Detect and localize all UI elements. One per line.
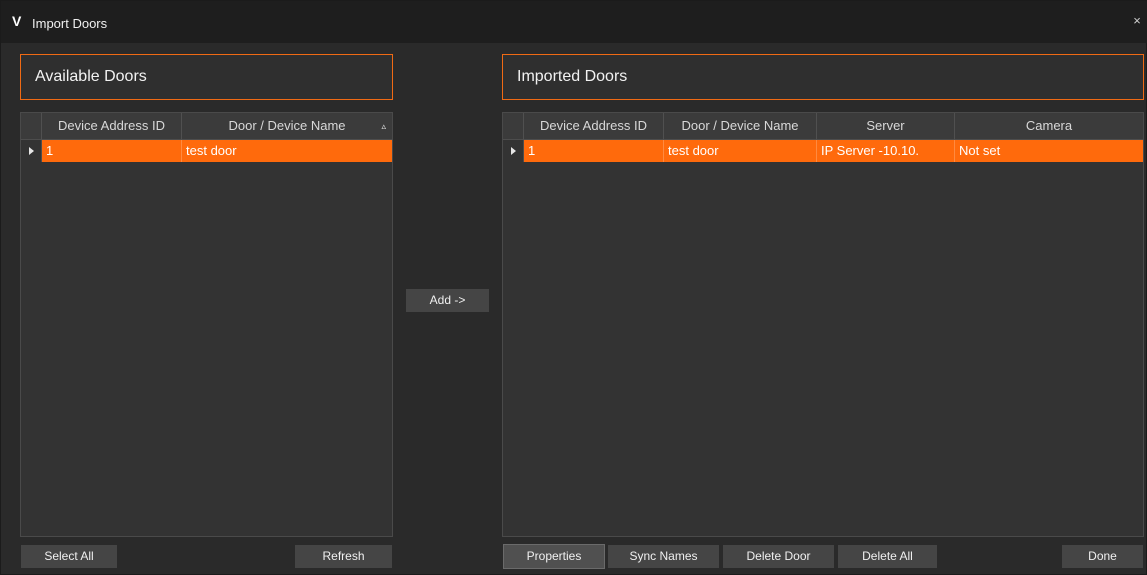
- cell-door-name: test door: [186, 143, 237, 158]
- available-grid-header: Device Address ID Door / Device Name ▵: [21, 113, 392, 140]
- cell-server: IP Server -10.10.: [817, 140, 955, 162]
- column-header-camera[interactable]: Camera: [955, 113, 1143, 140]
- current-row-arrow-icon: [511, 147, 516, 155]
- window-title: Import Doors: [32, 16, 108, 31]
- done-button[interactable]: Done: [1061, 544, 1144, 569]
- available-doors-header: Available Doors: [20, 54, 393, 100]
- sync-names-button[interactable]: Sync Names: [607, 544, 720, 569]
- imported-grid-header: Device Address ID Door / Device Name Ser…: [503, 113, 1143, 140]
- sort-ascending-icon: ▵: [381, 121, 386, 131]
- row-indicator: [21, 140, 42, 162]
- column-header-device-address-id[interactable]: Device Address ID: [42, 113, 182, 140]
- row-header-corner: [21, 113, 42, 140]
- properties-button[interactable]: Properties: [503, 544, 605, 569]
- column-header-door-name[interactable]: Door / Device Name ▵: [182, 113, 392, 140]
- cell-device-address-id: 1: [42, 140, 182, 162]
- column-header-door-name[interactable]: Door / Device Name: [664, 113, 817, 140]
- column-header-device-address-id[interactable]: Device Address ID: [524, 113, 664, 140]
- delete-door-button[interactable]: Delete Door: [722, 544, 835, 569]
- current-row-arrow-icon: [29, 147, 34, 155]
- close-icon[interactable]: ×: [1130, 14, 1144, 28]
- title-bar: V Import Doors ×: [1, 1, 1147, 43]
- available-doors-grid[interactable]: Device Address ID Door / Device Name ▵ 1…: [20, 112, 393, 537]
- refresh-button[interactable]: Refresh: [294, 544, 393, 569]
- select-all-button[interactable]: Select All: [20, 544, 118, 569]
- row-indicator: [503, 140, 524, 162]
- cell-device-address-id: 1: [524, 140, 664, 162]
- table-row[interactable]: 1 test door: [21, 140, 392, 162]
- imported-doors-header: Imported Doors: [502, 54, 1144, 100]
- row-header-corner: [503, 113, 524, 140]
- imported-doors-grid[interactable]: Device Address ID Door / Device Name Ser…: [502, 112, 1144, 537]
- app-logo-icon: V: [12, 13, 22, 29]
- table-row[interactable]: 1 test door IP Server -10.10. Not set: [503, 140, 1143, 162]
- import-doors-window: V Import Doors × Available Doors Device …: [0, 0, 1147, 575]
- cell-door-name: test door: [664, 140, 817, 162]
- delete-all-button[interactable]: Delete All: [837, 544, 938, 569]
- column-header-server[interactable]: Server: [817, 113, 955, 140]
- cell-camera: Not set: [959, 143, 1001, 158]
- column-header-label: Door / Device Name: [228, 118, 346, 133]
- add-button[interactable]: Add ->: [405, 288, 490, 313]
